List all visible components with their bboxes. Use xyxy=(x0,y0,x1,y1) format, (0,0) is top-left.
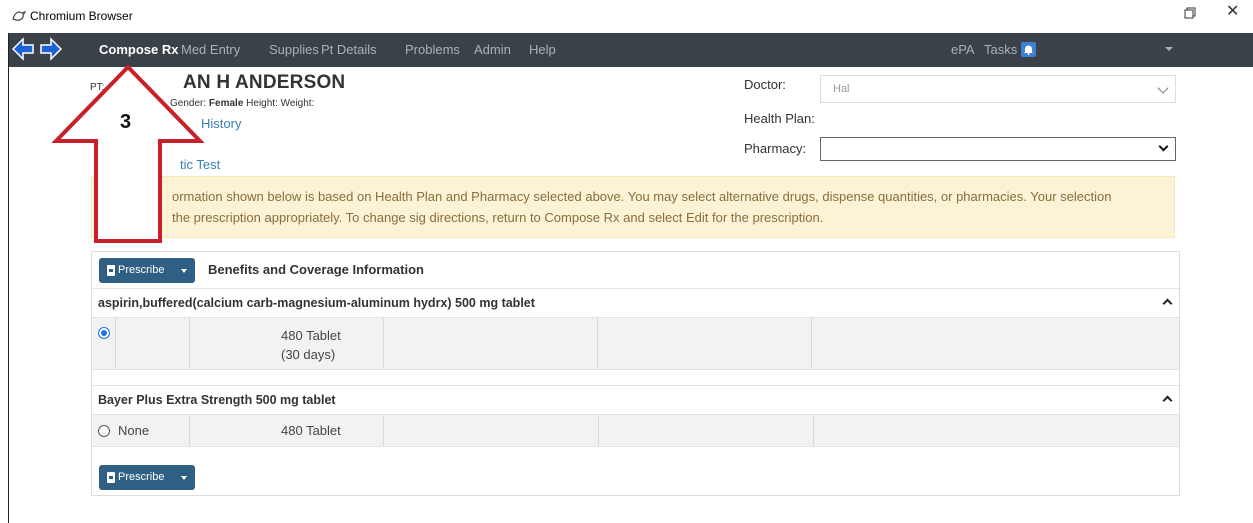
annotation-step-number: 3 xyxy=(120,111,132,133)
radio-cell: None xyxy=(92,415,190,446)
table-row: 480 Tablet (30 days) xyxy=(92,318,1179,370)
nav-help[interactable]: Help xyxy=(529,42,556,57)
table-cell xyxy=(384,318,598,369)
nav-pt-details[interactable]: Pt Details xyxy=(321,42,377,57)
prescribe-label: Prescribe xyxy=(118,264,165,276)
table-cell xyxy=(599,415,814,446)
user-menu-caret-icon[interactable] xyxy=(1165,47,1173,51)
back-arrow-icon[interactable] xyxy=(11,37,35,61)
info-alert: ormation shown below is based on Health … xyxy=(91,176,1175,238)
gender-value: Female xyxy=(208,98,244,109)
quantity: 480 Tablet xyxy=(281,328,341,343)
days-supply: (30 days) xyxy=(281,347,336,362)
doctor-label: Doctor: xyxy=(744,77,786,92)
option-cell xyxy=(116,318,190,369)
browser-app-icon xyxy=(12,10,27,22)
panel-title: Benefits and Coverage Information xyxy=(208,262,424,277)
chevron-down-icon xyxy=(1158,141,1169,152)
up-arrow-annotation-icon xyxy=(51,64,205,243)
pharmacy-label: Pharmacy: xyxy=(744,141,807,156)
table-row: None 480 Tablet xyxy=(92,415,1179,447)
prescribe-label: Prescribe xyxy=(118,471,165,483)
height-label: Height: xyxy=(246,98,278,109)
prescribe-button-bottom[interactable]: Prescribe xyxy=(99,465,195,490)
nav-tasks-label: Tasks xyxy=(984,42,1018,57)
drug-header[interactable]: aspirin,buffered(calcium carb-magnesium-… xyxy=(92,288,1179,318)
nav-tasks[interactable]: Tasks xyxy=(984,42,1037,57)
drug-option-radio[interactable] xyxy=(98,327,110,339)
alert-line-2: the prescription appropriately. To chang… xyxy=(172,210,824,225)
chevron-down-icon xyxy=(1157,82,1169,94)
drug-name: Bayer Plus Extra Strength 500 mg tablet xyxy=(98,393,336,407)
nav-admin[interactable]: Admin xyxy=(474,42,511,57)
prescription-icon xyxy=(107,472,115,483)
nav-compose-rx[interactable]: Compose Rx xyxy=(99,42,178,57)
collapse-caret-icon[interactable] xyxy=(1162,298,1173,309)
table-cell xyxy=(598,318,812,369)
drug-name: aspirin,buffered(calcium carb-magnesium-… xyxy=(98,296,535,310)
title-bar: Chromium Browser ✕ xyxy=(0,0,1253,33)
drug-option-radio[interactable] xyxy=(98,425,110,437)
caret-down-icon xyxy=(181,476,187,480)
nav-epa[interactable]: ePA xyxy=(951,42,975,57)
pharmacy-select[interactable] xyxy=(820,137,1176,161)
table-cell xyxy=(384,415,599,446)
nav-supplies[interactable]: Supplies xyxy=(269,42,319,57)
bell-icon xyxy=(1021,42,1037,57)
close-window-icon[interactable]: ✕ xyxy=(1226,4,1239,20)
window-title: Chromium Browser xyxy=(30,9,133,23)
quantity: 480 Tablet xyxy=(281,423,341,438)
prescribe-button-top[interactable]: Prescribe xyxy=(99,258,195,283)
caret-down-icon xyxy=(181,269,187,273)
main-navbar: Compose Rx Med Entry Supplies Pt Details… xyxy=(9,33,1253,67)
drug-header[interactable]: Bayer Plus Extra Strength 500 mg tablet xyxy=(92,385,1179,415)
option-label: None xyxy=(118,423,150,438)
doctor-select[interactable]: Hal xyxy=(820,75,1176,103)
radio-cell xyxy=(92,318,116,369)
weight-label: Weight: xyxy=(280,98,315,109)
collapse-caret-icon[interactable] xyxy=(1162,395,1173,406)
alert-line-1: ormation shown below is based on Health … xyxy=(172,189,1112,204)
restore-window-icon[interactable] xyxy=(1184,7,1196,19)
forward-arrow-icon[interactable] xyxy=(39,37,63,61)
prescription-icon xyxy=(107,265,115,276)
health-plan-label: Health Plan: xyxy=(744,111,815,126)
nav-problems[interactable]: Problems xyxy=(405,42,460,57)
doctor-value: Hal xyxy=(833,83,850,95)
nav-med-entry[interactable]: Med Entry xyxy=(181,42,240,57)
